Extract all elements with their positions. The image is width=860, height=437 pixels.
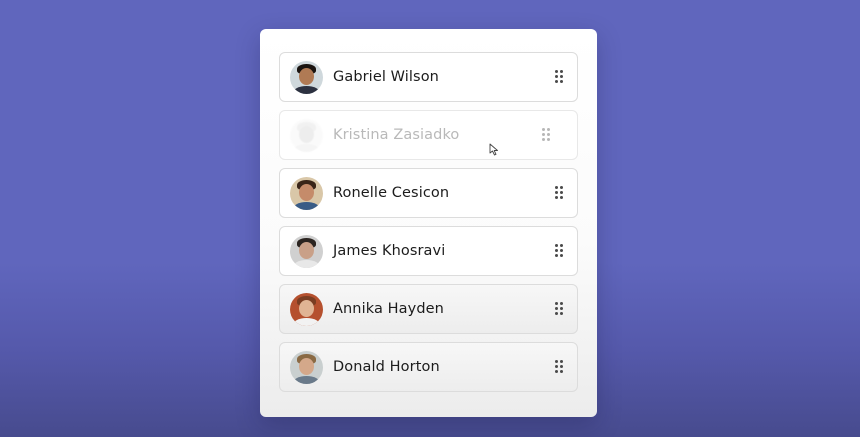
list-item-name: Kristina Zasiadko (333, 127, 460, 143)
person-avatar-icon (290, 176, 323, 210)
list-item[interactable]: Annika Hayden (279, 284, 578, 334)
person-avatar-icon (290, 234, 323, 268)
list-item[interactable]: James Khosravi (279, 226, 578, 276)
drag-handle-icon[interactable] (542, 128, 550, 142)
list-item-name: Gabriel Wilson (333, 69, 439, 85)
sortable-list-card: Gabriel Wilson Kristina Zasiadko Ronelle… (260, 29, 597, 417)
drag-handle-icon[interactable] (555, 244, 563, 258)
sortable-list: Gabriel Wilson Kristina Zasiadko Ronelle… (279, 52, 578, 400)
person-avatar-icon (290, 350, 323, 384)
list-item-name: Donald Horton (333, 359, 440, 375)
person-avatar-icon (290, 60, 323, 94)
list-item-name: Ronelle Cesicon (333, 185, 450, 201)
drag-handle-icon[interactable] (555, 186, 563, 200)
list-item-dragging[interactable]: Kristina Zasiadko (279, 110, 578, 160)
list-item[interactable]: Ronelle Cesicon (279, 168, 578, 218)
person-avatar-icon (290, 118, 323, 152)
drag-handle-icon[interactable] (555, 302, 563, 316)
grab-cursor-icon (489, 143, 498, 156)
list-item-name: Annika Hayden (333, 301, 444, 317)
list-item-name: James Khosravi (333, 243, 446, 259)
drag-handle-icon[interactable] (555, 360, 563, 374)
drag-handle-icon[interactable] (555, 70, 563, 84)
list-item[interactable]: Gabriel Wilson (279, 52, 578, 102)
person-avatar-icon (290, 292, 323, 326)
list-item[interactable]: Donald Horton (279, 342, 578, 392)
